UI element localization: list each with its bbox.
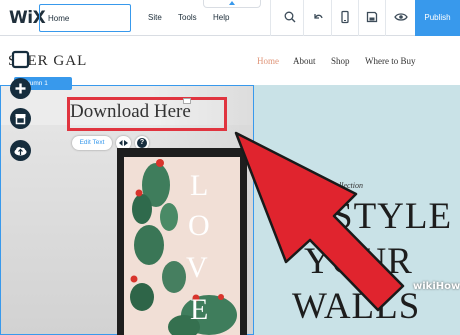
zoom-icon[interactable]	[283, 10, 297, 24]
cactus-illustration	[130, 159, 237, 335]
poster-letter-e: E	[190, 293, 209, 326]
poster-letter-o: O	[188, 209, 210, 242]
love-poster-image[interactable]: L O V E	[124, 157, 240, 335]
edit-text-button[interactable]: Edit Text	[72, 136, 112, 150]
collapse-toolbar-tab[interactable]	[203, 0, 261, 8]
headline-your[interactable]: YOUR	[304, 240, 413, 283]
help-icon: ?	[137, 138, 147, 148]
toolbar-separator	[358, 0, 359, 36]
menu-tools[interactable]: Tools	[178, 13, 197, 22]
toolbar-separator	[303, 0, 304, 36]
poster-letter-l: L	[190, 169, 209, 202]
upload-media-button[interactable]	[10, 140, 31, 161]
plus-icon	[15, 83, 26, 94]
undo-icon[interactable]	[311, 10, 325, 24]
rail-pages-button[interactable]	[10, 49, 31, 70]
nav-shop[interactable]: Shop	[331, 56, 350, 66]
cloud-upload-icon	[14, 147, 27, 156]
drag-handle[interactable]	[183, 98, 191, 104]
preview-eye-icon[interactable]	[394, 10, 408, 24]
save-icon[interactable]	[365, 10, 379, 24]
toolbar-separator	[385, 0, 386, 36]
add-elements-button[interactable]	[10, 78, 31, 99]
publish-button[interactable]: Publish	[415, 0, 460, 36]
poster-letter-v: V	[186, 251, 208, 284]
nav-home[interactable]: Home	[257, 56, 279, 66]
wikihow-watermark: wikiHow	[413, 281, 460, 292]
headline-walls[interactable]: WALLS	[292, 285, 420, 328]
menu-site[interactable]: Site	[148, 13, 162, 22]
menu-help[interactable]: Help	[213, 13, 229, 22]
store-icon	[15, 114, 26, 125]
headline-style[interactable]: STYLE	[332, 195, 452, 238]
nav-where-to-buy[interactable]: Where to Buy	[365, 56, 415, 66]
square-icon	[11, 50, 30, 69]
toolbar-separator	[270, 0, 271, 36]
mobile-view-icon[interactable]	[338, 10, 352, 24]
add-apps-button[interactable]	[10, 108, 31, 129]
download-here-text[interactable]: Download Here	[70, 101, 191, 123]
editor-top-bar: WiX Home Site Tools Help Publish	[0, 0, 460, 36]
nav-about[interactable]: About	[293, 56, 316, 66]
page-selector[interactable]: Home	[39, 4, 131, 32]
collection-label: llection	[339, 181, 363, 190]
site-canvas: STER GAL Home About Shop Where to Buy Co…	[0, 37, 460, 335]
toolbar-separator	[331, 0, 332, 36]
